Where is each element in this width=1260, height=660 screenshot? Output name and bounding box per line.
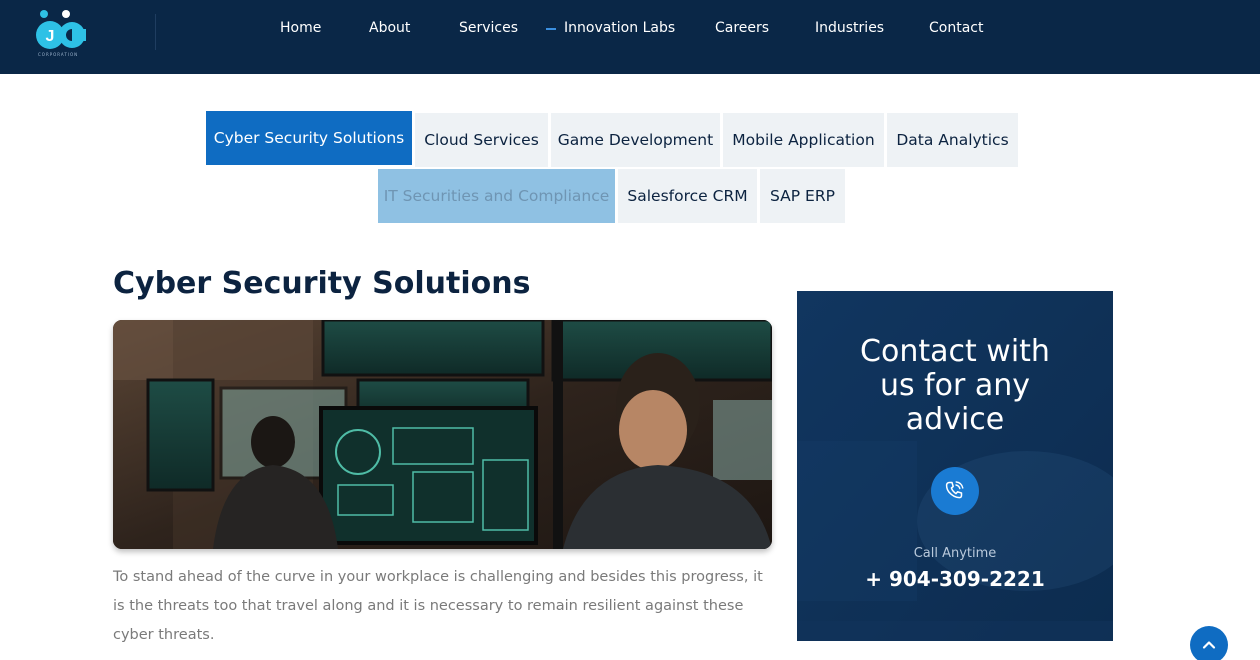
nav-industries[interactable]: Industries xyxy=(815,18,884,38)
phone-number[interactable]: + 904-309-2221 xyxy=(797,567,1113,591)
tab-cloud-services[interactable]: Cloud Services xyxy=(415,113,548,167)
nav-home[interactable]: Home xyxy=(280,18,321,38)
tab-label: Cyber Security Solutions xyxy=(213,129,405,147)
nav-about[interactable]: About xyxy=(369,18,410,38)
site-header: J CORPORATION Home About Services Innova… xyxy=(0,0,1260,74)
cyber-security-photo xyxy=(113,320,772,549)
contact-heading-line-1: Contact with xyxy=(860,334,1050,369)
tab-cyber-security-solutions[interactable]: Cyber Security Solutions xyxy=(206,111,412,165)
tab-sap-erp[interactable]: SAP ERP xyxy=(760,169,845,223)
tab-label: Salesforce CRM xyxy=(627,187,748,205)
tab-label: Cloud Services xyxy=(424,131,539,149)
logo-caption: CORPORATION xyxy=(38,52,79,57)
scroll-to-top-button[interactable] xyxy=(1190,626,1228,660)
call-anytime-label: Call Anytime xyxy=(913,546,997,561)
contact-card: Contact with us for any advice Call Anyt… xyxy=(797,291,1113,641)
section-title: Cyber Security Solutions xyxy=(113,266,531,301)
nav-careers[interactable]: Careers xyxy=(715,18,769,38)
tab-mobile-application[interactable]: Mobile Application xyxy=(723,113,884,167)
nav-services[interactable]: Services xyxy=(459,18,518,38)
tab-label: Game Development xyxy=(557,131,714,149)
company-logo[interactable]: J CORPORATION xyxy=(30,6,94,62)
svg-text:J: J xyxy=(46,28,55,45)
contact-heading-line-2: us for any xyxy=(879,368,1031,403)
chevron-up-icon xyxy=(1202,641,1216,649)
phone-icon xyxy=(945,481,964,499)
call-button[interactable] xyxy=(931,467,979,515)
tab-it-securities-compliance[interactable]: IT Securities and Compliance xyxy=(378,169,615,223)
contact-heading: Contact with us for any advice xyxy=(797,335,1113,437)
nav-contact[interactable]: Contact xyxy=(929,18,983,38)
nav-innovation-labs[interactable]: Innovation Labs xyxy=(564,18,675,38)
tab-label: IT Securities and Compliance xyxy=(383,187,610,205)
header-divider xyxy=(155,14,156,50)
tab-salesforce-crm[interactable]: Salesforce CRM xyxy=(618,169,757,223)
contact-heading-line-3: advice xyxy=(905,402,1005,437)
tab-label: Data Analytics xyxy=(896,131,1009,149)
active-nav-indicator xyxy=(546,28,556,30)
tab-game-development[interactable]: Game Development xyxy=(551,113,720,167)
intro-paragraph: To stand ahead of the curve in your work… xyxy=(113,569,763,643)
tab-label: SAP ERP xyxy=(770,187,835,205)
tab-label: Mobile Application xyxy=(732,131,875,149)
tab-data-analytics[interactable]: Data Analytics xyxy=(887,113,1018,167)
